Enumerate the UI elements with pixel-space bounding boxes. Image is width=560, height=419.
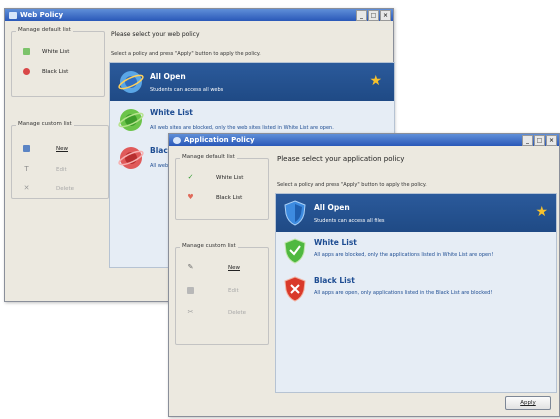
policy-desc: Students can access all webs — [150, 87, 224, 93]
default-white-list-item[interactable]: ✓ White List — [187, 173, 244, 181]
item-label: Delete — [56, 185, 75, 192]
edit-icon — [187, 287, 194, 294]
item-label: Black List — [216, 194, 243, 201]
custom-edit-item[interactable]: Edit — [187, 287, 239, 294]
item-label: White List — [42, 48, 70, 55]
item-label: New — [228, 264, 240, 271]
instruction-text: Select a policy and press "Apply" button… — [277, 182, 427, 188]
page-heading: Please select your application policy — [277, 155, 405, 163]
custom-edit-item[interactable]: T Edit — [23, 165, 67, 173]
window-app-icon — [173, 136, 181, 144]
policy-desc: All apps are open, only applications lis… — [314, 290, 493, 296]
maximize-button[interactable]: □ — [534, 135, 545, 146]
window-title: Application Policy — [184, 136, 255, 144]
apply-label: Apply — [520, 400, 536, 406]
green-shield-check-icon — [284, 238, 306, 264]
item-label: Edit — [56, 166, 67, 173]
policy-desc: Students can access all files — [314, 218, 385, 224]
window-app-icon — [9, 11, 17, 19]
delete-icon: ✕ — [23, 184, 30, 192]
policy-black-list[interactable]: Black List All apps are open, only appli… — [276, 270, 556, 308]
close-button[interactable]: × — [380, 10, 391, 21]
window-title: Web Policy — [20, 11, 64, 19]
star-icon: ★ — [369, 73, 382, 89]
policy-name: All Open — [314, 203, 350, 212]
ie-globe-icon — [118, 71, 144, 93]
group-legend: Manage custom list — [16, 121, 74, 127]
item-label: New — [56, 145, 68, 152]
application-policy-titlebar[interactable]: Application Policy _ □ × — [169, 134, 559, 146]
minimize-button[interactable]: _ — [356, 10, 367, 21]
minimize-button[interactable]: _ — [522, 135, 533, 146]
policy-name: All Open — [150, 72, 186, 81]
maximize-button[interactable]: □ — [368, 10, 379, 21]
edit-icon: T — [24, 165, 29, 173]
page-heading: Please select your web policy — [111, 31, 200, 38]
manage-default-list-group: Manage default list — [175, 154, 269, 220]
group-legend: Manage default list — [180, 154, 237, 160]
manage-default-list-group: Manage default list — [11, 27, 105, 97]
item-label: White List — [216, 174, 244, 181]
policy-name: White List — [150, 108, 193, 117]
group-legend: Manage custom list — [180, 243, 238, 249]
default-black-list-item[interactable]: ♥ Black List — [187, 194, 242, 201]
group-legend: Manage default list — [16, 27, 73, 33]
custom-new-item[interactable]: ✎ New — [187, 264, 240, 271]
blue-shield-icon — [284, 200, 306, 226]
custom-delete-item[interactable]: ✕ Delete — [23, 184, 75, 192]
red-heart-icon: ♥ — [187, 193, 194, 201]
custom-delete-item[interactable]: ✂ Delete — [187, 308, 247, 316]
policy-desc: All apps are blocked, only the applicati… — [314, 252, 494, 258]
item-label: Black List — [42, 68, 69, 75]
manage-custom-list-group: Manage custom list — [175, 243, 269, 345]
custom-new-item[interactable]: New — [23, 145, 68, 152]
item-label: Delete — [228, 309, 247, 316]
delete-icon: ✂ — [187, 308, 194, 316]
red-circle-icon — [23, 68, 30, 75]
policy-name: White List — [314, 238, 357, 247]
policy-all-open[interactable]: All Open Students can access all files ★ — [276, 194, 556, 232]
item-label: Edit — [228, 287, 239, 294]
instruction-text: Select a policy and press "Apply" button… — [111, 51, 261, 57]
ie-globe-red-icon — [118, 147, 144, 169]
application-policy-window: Application Policy _ □ × Manage default … — [168, 133, 560, 417]
checkmark-icon: ✓ — [187, 173, 194, 181]
new-list-icon: ✎ — [187, 263, 194, 271]
apply-button[interactable]: Apply — [505, 396, 551, 410]
policy-white-list[interactable]: White List All apps are blocked, only th… — [276, 232, 556, 270]
new-list-icon — [23, 145, 30, 152]
policy-desc: All web sites are blocked, only the web … — [150, 125, 334, 131]
ie-globe-green-icon — [118, 109, 144, 131]
red-shield-block-icon — [284, 276, 306, 302]
default-black-list-item[interactable]: Black List — [23, 68, 68, 75]
close-button[interactable]: × — [546, 135, 557, 146]
web-policy-titlebar[interactable]: Web Policy _ □ × — [5, 9, 393, 21]
green-square-icon — [23, 48, 30, 55]
policy-list: All Open Students can access all files ★… — [275, 193, 557, 393]
default-white-list-item[interactable]: White List — [23, 48, 69, 55]
policy-all-open[interactable]: All Open Students can access all webs ★ — [110, 63, 394, 101]
policy-name: Black List — [314, 276, 355, 285]
star-icon: ★ — [535, 204, 548, 220]
